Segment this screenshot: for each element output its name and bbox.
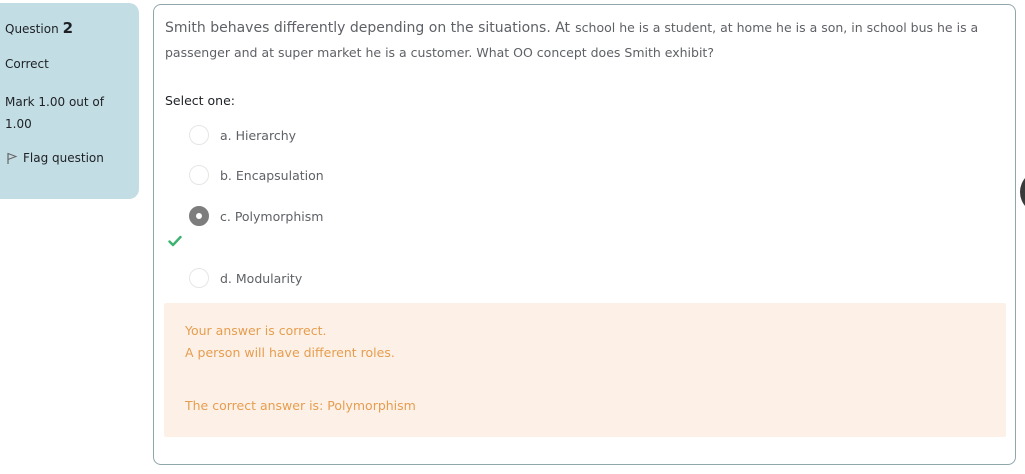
question-number-value: 2 — [62, 19, 74, 37]
answer-label: a. Hierarchy — [220, 127, 297, 143]
flag-question-link[interactable]: Flag question — [5, 151, 139, 165]
flag-icon — [7, 152, 18, 164]
radio-button[interactable] — [189, 268, 209, 288]
radio-button[interactable] — [189, 165, 209, 185]
flag-question-label: Flag question — [23, 151, 104, 165]
question-text-line2: passenger and at super market he is a cu… — [165, 45, 714, 60]
feedback-box: Your answer is correct. A person will ha… — [164, 303, 1006, 437]
question-state: Correct — [5, 57, 49, 71]
radio-button[interactable] — [189, 125, 209, 145]
question-number: Question 2 — [5, 19, 139, 37]
feedback-right-answer: The correct answer is: Polymorphism — [185, 398, 416, 413]
answer-label: c. Polymorphism — [220, 208, 324, 224]
radio-button-selected[interactable] — [189, 206, 209, 226]
floating-circle-button[interactable] — [1020, 170, 1025, 214]
question-prefix: Question — [5, 22, 59, 36]
question-text-small: school he is a student, at home he is a … — [575, 20, 979, 35]
feedback-result: Your answer is correct. — [185, 323, 327, 338]
answer-option-a[interactable]: a. Hierarchy — [189, 125, 296, 145]
question-text-large: Smith behaves differently depending on t… — [165, 20, 571, 36]
answer-option-d[interactable]: d. Modularity — [189, 268, 302, 288]
answer-label: d. Modularity — [220, 270, 303, 286]
select-one-prompt: Select one: — [165, 93, 236, 108]
correct-check-icon — [168, 232, 182, 251]
answer-option-c[interactable]: c. Polymorphism — [189, 206, 323, 226]
feedback-general: A person will have different roles. — [185, 345, 395, 360]
question-grade: Mark 1.00 out of 1.00 — [5, 95, 104, 131]
answer-option-b[interactable]: b. Encapsulation — [189, 165, 324, 185]
question-content: Smith behaves differently depending on t… — [153, 4, 1016, 465]
answer-label: b. Encapsulation — [220, 167, 324, 183]
question-text: Smith behaves differently depending on t… — [165, 17, 1005, 63]
question-info-panel: Question 2 Correct Mark 1.00 out of 1.00… — [0, 3, 139, 199]
